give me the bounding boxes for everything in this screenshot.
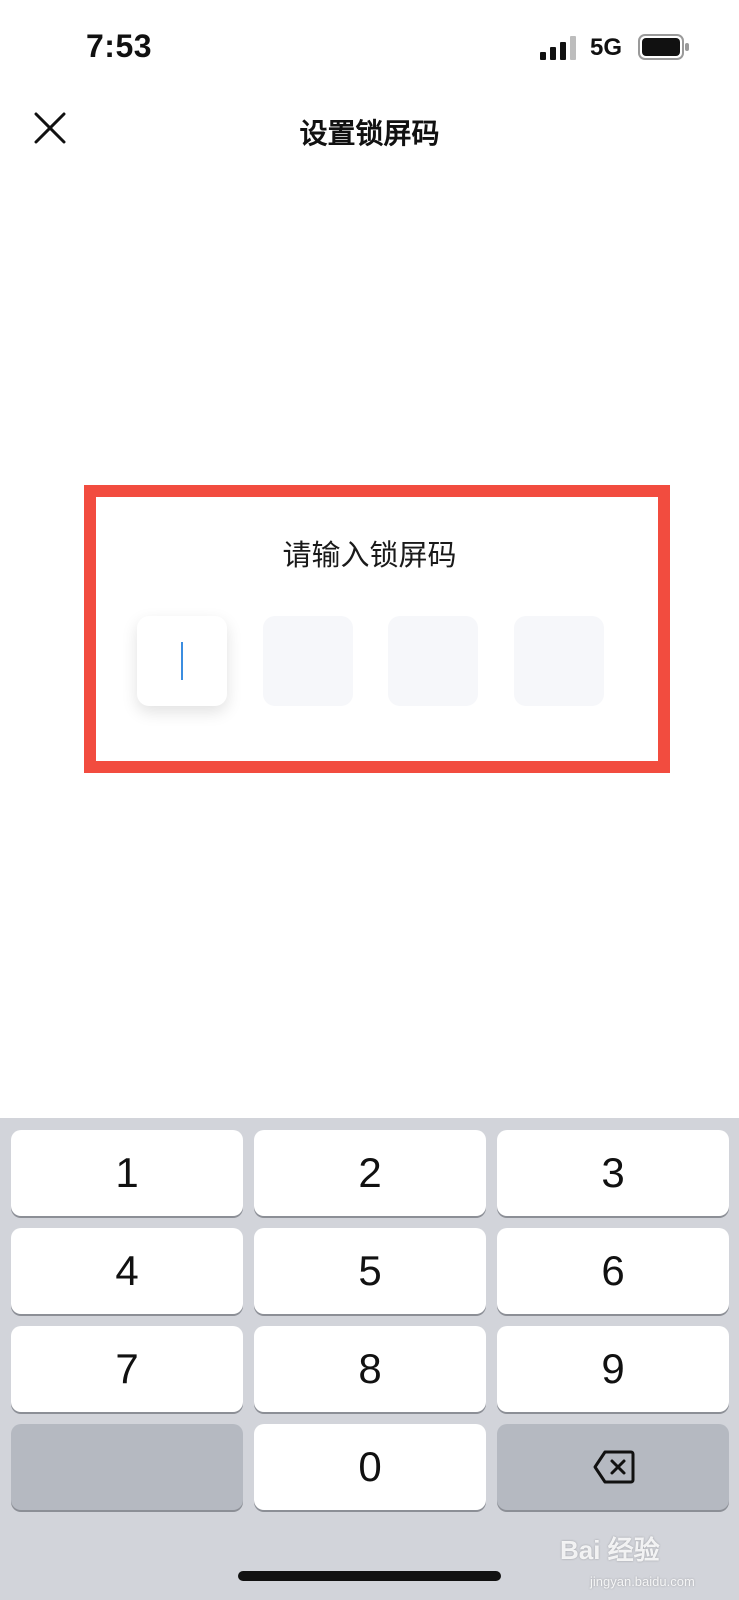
key-0[interactable]: 0 — [254, 1424, 486, 1510]
passcode-digit-2[interactable] — [263, 616, 353, 706]
key-3[interactable]: 3 — [497, 1130, 729, 1216]
page-title: 设置锁屏码 — [299, 117, 440, 150]
home-indicator — [238, 1571, 501, 1581]
signal-icon — [540, 36, 576, 60]
battery-icon — [638, 34, 689, 60]
key-9[interactable]: 9 — [497, 1326, 729, 1412]
text-cursor — [181, 642, 183, 680]
watermark-url: jingyan.baidu.com — [590, 1574, 695, 1589]
passcode-digit-4[interactable] — [514, 616, 604, 706]
status-time: 7:53 — [86, 28, 153, 64]
backspace-key[interactable] — [497, 1424, 729, 1510]
key-5[interactable]: 5 — [254, 1228, 486, 1314]
watermark-brand: Bai 经验 — [560, 1535, 660, 1565]
passcode-digit-1[interactable] — [137, 616, 227, 706]
key-2[interactable]: 2 — [254, 1130, 486, 1216]
backspace-icon — [593, 1450, 635, 1484]
passcode-prompt: 请输入锁屏码 — [282, 538, 457, 572]
network-label: 5G — [590, 34, 623, 61]
key-1[interactable]: 1 — [11, 1130, 243, 1216]
key-6[interactable]: 6 — [497, 1228, 729, 1314]
key-7[interactable]: 7 — [11, 1326, 243, 1412]
key-8[interactable]: 8 — [254, 1326, 486, 1412]
passcode-digit-3[interactable] — [388, 616, 478, 706]
key-4[interactable]: 4 — [11, 1228, 243, 1314]
key-blank — [11, 1424, 243, 1510]
numeric-keyboard: 1 2 3 4 5 6 7 8 9 0 — [0, 1118, 739, 1600]
status-bar: 7:53 5G — [0, 0, 739, 96]
